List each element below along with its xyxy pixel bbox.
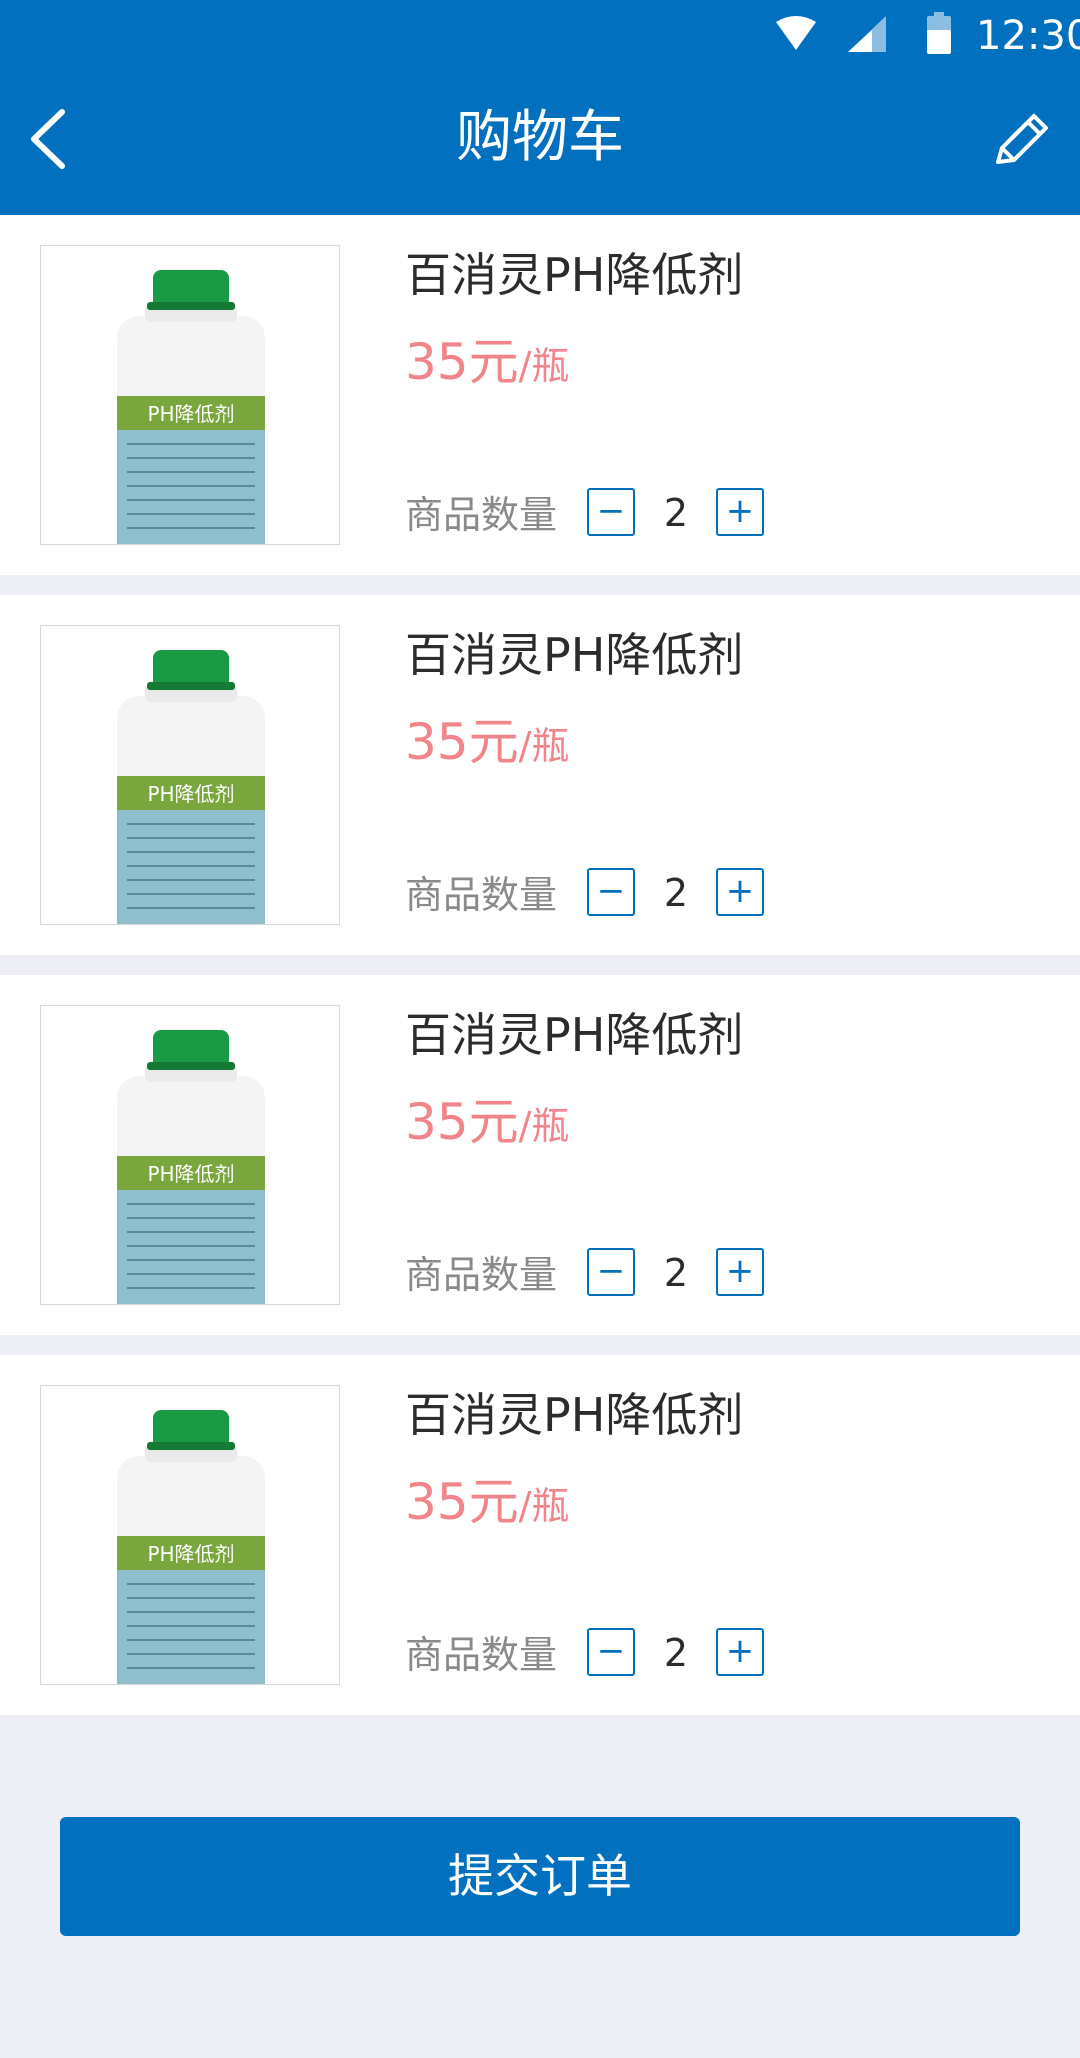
product-price: 35元/瓶 [405, 1087, 569, 1169]
product-bottle-image: PH降低剂 [41, 1006, 339, 1304]
quantity-value: 2 [663, 1251, 689, 1295]
quantity-label: 商品数量 [405, 1633, 558, 1677]
submit-order-button[interactable]: 提交订单 [60, 1817, 1020, 1936]
status-time: 12:30 [976, 13, 1080, 59]
battery-icon [927, 12, 951, 54]
price-unit: /瓶 [518, 1104, 570, 1148]
product-price: 35元/瓶 [405, 327, 569, 409]
decrease-quantity-button[interactable]: − [587, 488, 635, 536]
product-image[interactable]: PH降低剂 [40, 245, 340, 545]
svg-text:PH降低剂: PH降低剂 [147, 782, 234, 806]
cart-item: PH降低剂 百消灵PH降低剂 35元/瓶 商品数量 − 2 + [0, 975, 1080, 1335]
price-unit: /瓶 [518, 1484, 570, 1528]
product-price: 35元/瓶 [405, 1467, 569, 1549]
product-name: 百消灵PH降低剂 [405, 248, 744, 302]
product-image[interactable]: PH降低剂 [40, 1005, 340, 1305]
quantity-value: 2 [663, 491, 689, 535]
price-unit: /瓶 [518, 344, 570, 388]
increase-quantity-button[interactable]: + [716, 868, 764, 916]
app-header: 12:30 购物车 [0, 0, 1080, 215]
product-bottle-image: PH降低剂 [41, 1386, 339, 1684]
price-amount: 35元 [405, 333, 519, 391]
product-name: 百消灵PH降低剂 [405, 1008, 744, 1062]
status-bar: 12:30 [0, 0, 1080, 72]
increase-quantity-button[interactable]: + [716, 1248, 764, 1296]
decrease-quantity-button[interactable]: − [587, 868, 635, 916]
product-image[interactable]: PH降低剂 [40, 625, 340, 925]
quantity-label: 商品数量 [405, 873, 558, 917]
quantity-label: 商品数量 [405, 493, 558, 537]
increase-quantity-button[interactable]: + [716, 488, 764, 536]
quantity-value: 2 [663, 1631, 689, 1675]
price-amount: 35元 [405, 1473, 519, 1531]
svg-text:PH降低剂: PH降低剂 [147, 1162, 234, 1186]
product-price: 35元/瓶 [405, 707, 569, 789]
svg-text:PH降低剂: PH降低剂 [147, 402, 234, 426]
cart-item: PH降低剂 百消灵PH降低剂 35元/瓶 商品数量 − 2 + [0, 1355, 1080, 1715]
cart-list: PH降低剂 百消灵PH降低剂 35元/瓶 商品数量 − 2 + PH降低剂 百消… [0, 215, 1080, 1715]
decrease-quantity-button[interactable]: − [587, 1628, 635, 1676]
cell-signal-icon [848, 16, 886, 52]
product-image[interactable]: PH降低剂 [40, 1385, 340, 1685]
page-title: 购物车 [456, 105, 624, 170]
decrease-quantity-button[interactable]: − [587, 1248, 635, 1296]
edit-button[interactable] [990, 108, 1052, 170]
cart-item: PH降低剂 百消灵PH降低剂 35元/瓶 商品数量 − 2 + [0, 215, 1080, 575]
product-name: 百消灵PH降低剂 [405, 628, 744, 682]
wifi-icon [776, 16, 816, 50]
product-bottle-image: PH降低剂 [41, 246, 339, 544]
quantity-label: 商品数量 [405, 1253, 558, 1297]
product-name: 百消灵PH降低剂 [405, 1388, 744, 1442]
increase-quantity-button[interactable]: + [716, 1628, 764, 1676]
cart-item: PH降低剂 百消灵PH降低剂 35元/瓶 商品数量 − 2 + [0, 595, 1080, 955]
pencil-icon [996, 114, 1048, 164]
quantity-value: 2 [663, 871, 689, 915]
svg-text:PH降低剂: PH降低剂 [147, 1542, 234, 1566]
price-amount: 35元 [405, 713, 519, 771]
price-amount: 35元 [405, 1093, 519, 1151]
price-unit: /瓶 [518, 724, 570, 768]
product-bottle-image: PH降低剂 [41, 626, 339, 924]
